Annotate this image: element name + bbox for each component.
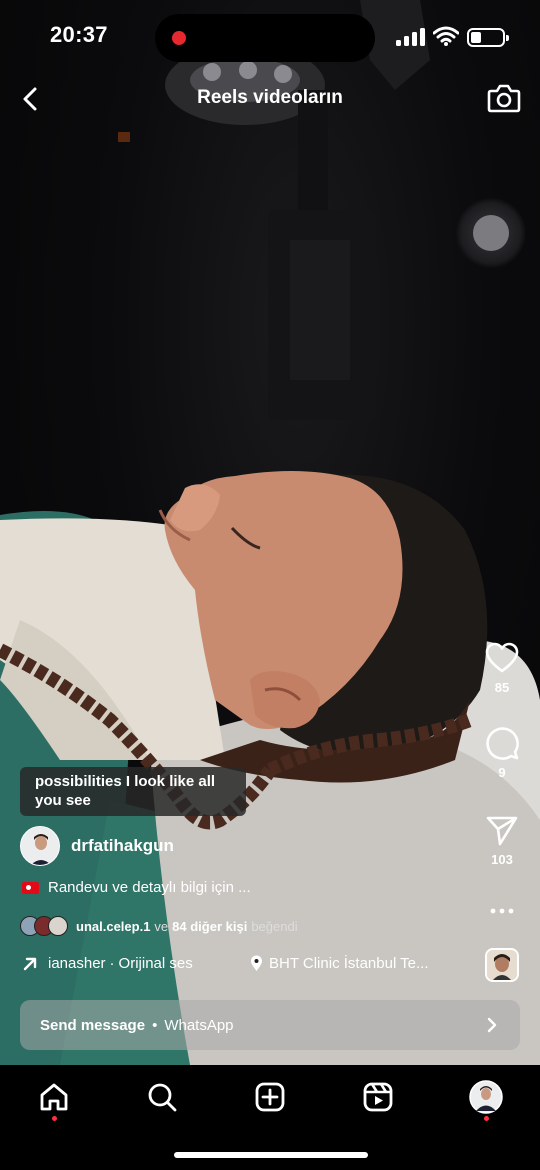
message-channel-label: WhatsApp xyxy=(164,1016,234,1034)
video-frame xyxy=(0,0,540,1065)
heart-icon[interactable] xyxy=(485,642,519,674)
share-count: 103 xyxy=(491,852,513,867)
message-action-label: Send message xyxy=(40,1016,146,1034)
profile-notification-dot xyxy=(484,1116,489,1121)
reel-video[interactable] xyxy=(0,0,540,1065)
tab-reels[interactable] xyxy=(360,1079,396,1115)
bottom-tab-bar xyxy=(0,1065,540,1170)
tab-search[interactable] xyxy=(144,1079,180,1115)
audio-thumbnail[interactable] xyxy=(485,948,519,982)
caption-text: Randevu ve detaylı bilgi için ... xyxy=(48,879,251,896)
home-indicator xyxy=(174,1152,368,1158)
profile-avatar-icon[interactable] xyxy=(469,1080,503,1114)
audio-label: Orijinal ses xyxy=(118,955,193,972)
create-icon[interactable] xyxy=(254,1081,286,1113)
arrow-up-right-icon xyxy=(23,957,37,970)
dynamic-island xyxy=(155,14,375,62)
send-icon[interactable] xyxy=(485,814,519,846)
share-action[interactable]: 103 xyxy=(474,812,530,867)
comment-icon[interactable] xyxy=(485,726,519,760)
like-action[interactable]: 85 xyxy=(474,640,530,695)
liked-by-connector: ve xyxy=(154,918,169,934)
liked-by-row[interactable]: unal.celep.1 ve 84 diğer kişi beğendi xyxy=(20,916,298,936)
chevron-right-icon xyxy=(487,1017,497,1033)
reels-icon[interactable] xyxy=(362,1081,394,1113)
liked-by-user[interactable]: unal.celep.1 xyxy=(76,919,150,934)
tab-create[interactable] xyxy=(252,1079,288,1115)
liker-avatars xyxy=(20,916,72,936)
author-row[interactable]: drfatihakgun xyxy=(20,826,174,866)
more-dots-icon[interactable] xyxy=(490,908,514,914)
audio-cover-image xyxy=(487,950,517,980)
tab-home[interactable] xyxy=(36,1079,72,1115)
recording-indicator-icon xyxy=(172,31,186,45)
video-subtitle: possibilities I look like all you see xyxy=(20,767,246,816)
message-separator: • xyxy=(152,1016,158,1034)
home-icon[interactable] xyxy=(38,1081,70,1113)
location-tag[interactable]: BHT Clinic İstanbul Te... xyxy=(250,955,429,972)
author-avatar[interactable] xyxy=(20,826,60,866)
page-title: Reels videoların xyxy=(197,87,343,108)
liked-by-others[interactable]: 84 diğer kişi xyxy=(172,919,247,934)
status-bar: 20:37 xyxy=(0,0,540,76)
tab-profile[interactable] xyxy=(468,1079,504,1115)
location-pin-icon xyxy=(251,955,262,971)
send-message-button[interactable]: Send message • WhatsApp xyxy=(20,1000,520,1050)
liked-by-suffix: beğendi xyxy=(251,918,298,934)
turkey-flag-icon xyxy=(22,881,39,894)
avatar-image xyxy=(21,827,59,865)
assistive-touch-button[interactable] xyxy=(456,198,526,268)
wifi-icon xyxy=(433,26,459,46)
audio-user: ianasher xyxy=(48,955,106,972)
camera-icon[interactable] xyxy=(486,82,522,114)
comment-action[interactable]: 9 xyxy=(474,725,530,780)
status-time: 20:37 xyxy=(50,22,108,47)
post-caption[interactable]: Randevu ve detaylı bilgi için ... xyxy=(22,879,251,896)
author-username[interactable]: drfatihakgun xyxy=(71,836,174,856)
cellular-signal-icon xyxy=(396,28,426,46)
search-icon[interactable] xyxy=(146,1081,178,1113)
home-notification-dot xyxy=(52,1116,57,1121)
battery-icon xyxy=(467,28,509,47)
like-count: 85 xyxy=(494,680,510,695)
location-text: BHT Clinic İstanbul Te... xyxy=(269,955,429,972)
comment-count: 9 xyxy=(498,765,506,780)
more-options-button[interactable] xyxy=(474,893,530,929)
